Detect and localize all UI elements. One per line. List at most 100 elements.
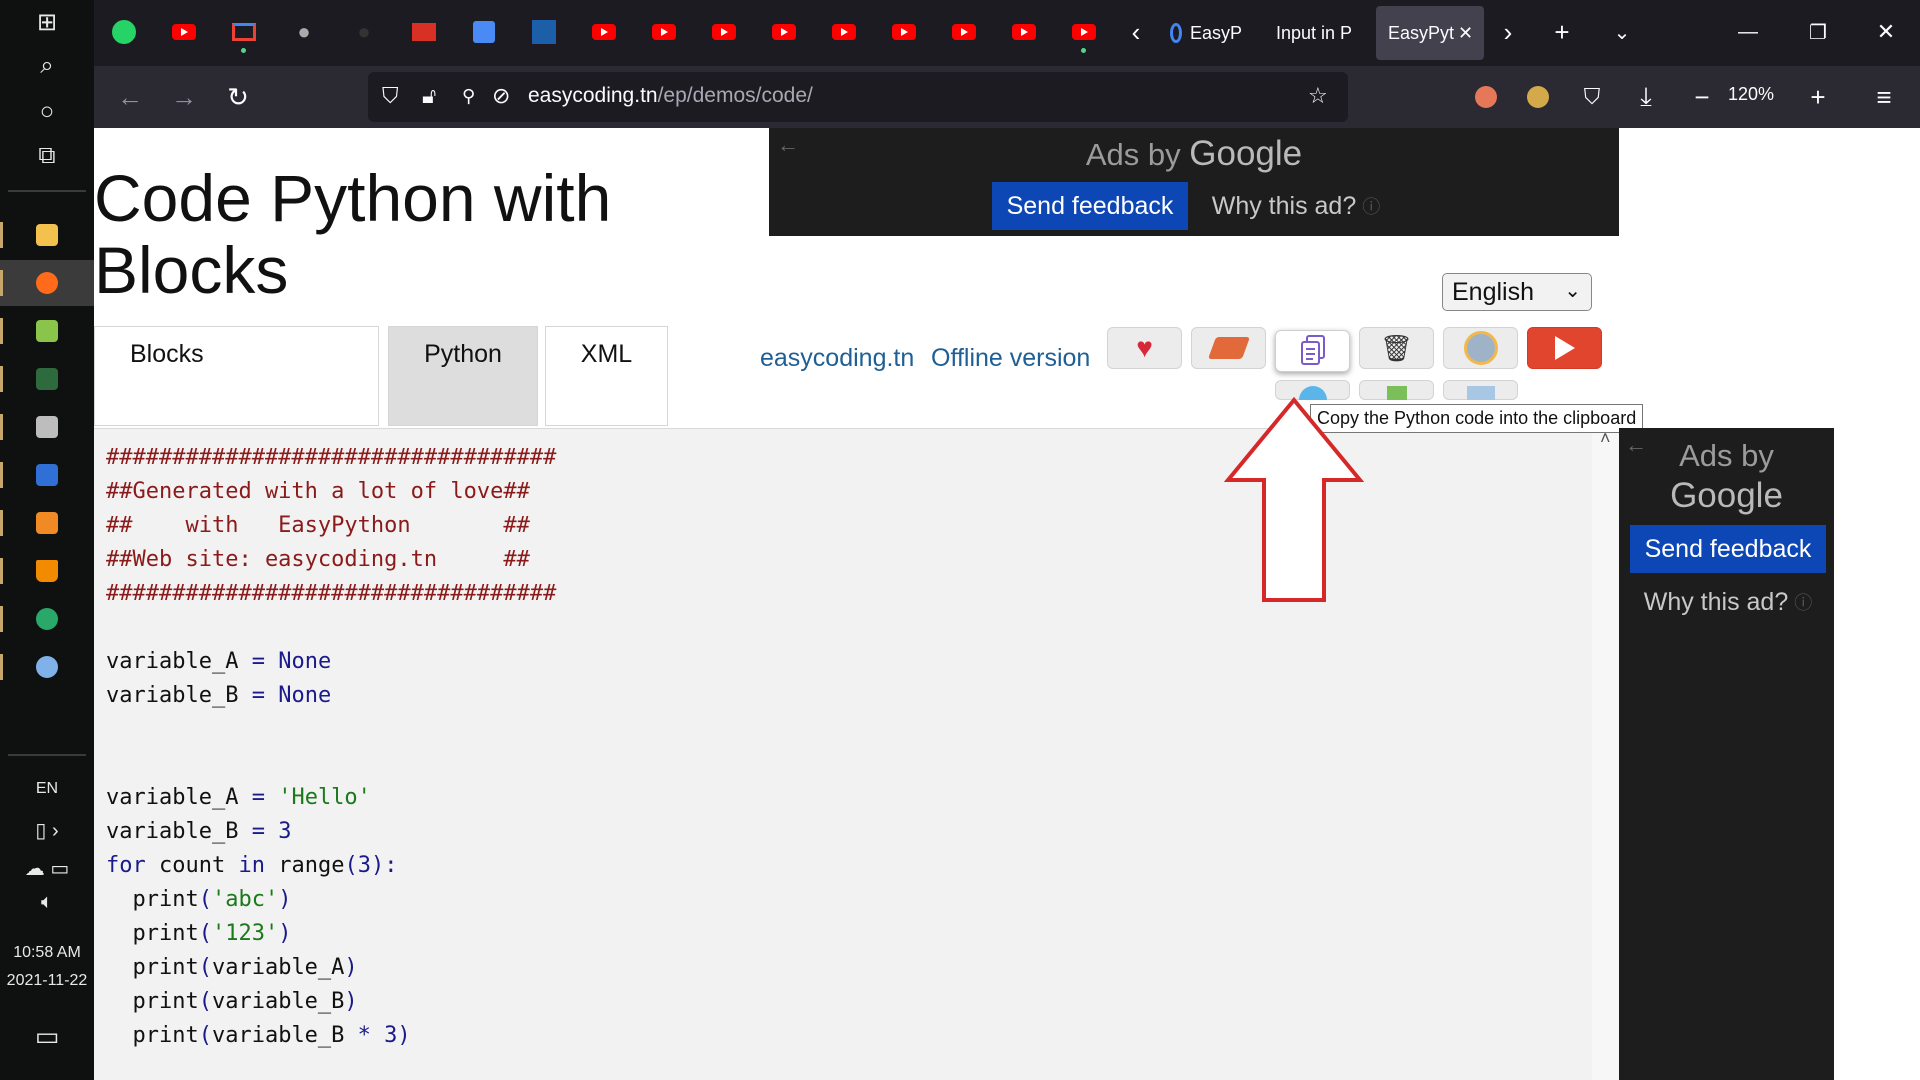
zoom-in-icon[interactable]: + — [1800, 79, 1836, 115]
youtube-playing-tab-icon[interactable] — [1068, 16, 1100, 53]
taskbar-app-paint[interactable] — [0, 644, 94, 690]
close-window-icon[interactable]: ✕ — [1868, 14, 1904, 50]
youtube-tab-icon[interactable] — [948, 16, 980, 48]
tracking-protection-shield-icon[interactable]: ⛉ — [382, 83, 399, 109]
github-tab-icon[interactable]: ● — [348, 16, 380, 48]
python-code[interactable]: ################################## ##Gene… — [106, 441, 556, 1053]
book-button[interactable] — [1191, 327, 1266, 369]
taskbar-app-g[interactable] — [0, 500, 94, 546]
new-tab-icon[interactable]: + — [1544, 14, 1580, 50]
taskbar-firefox[interactable] — [0, 260, 94, 306]
youtube-tab-icon[interactable] — [708, 16, 740, 48]
xml-file-icon — [1386, 386, 1407, 400]
app-menu-icon[interactable]: ≡ — [1866, 79, 1902, 115]
send-feedback-button[interactable]: Send feedback — [1630, 525, 1826, 573]
taskbar-app-vlc[interactable] — [0, 548, 94, 594]
web-page: Code Python with Blocks ← Ads by Google … — [94, 128, 1920, 1080]
copy-to-clipboard-button[interactable] — [1275, 330, 1350, 372]
minimize-window-icon[interactable]: — — [1730, 14, 1766, 50]
tab-easypython-active[interactable]: EasyPyt ✕ — [1376, 6, 1484, 60]
pocket-icon[interactable]: ⛉ — [1574, 79, 1610, 115]
bookmark-star-icon[interactable]: ☆ — [1308, 83, 1328, 109]
zoom-out-icon[interactable]: − — [1684, 79, 1720, 115]
why-this-ad-button[interactable]: Why this ad? ⓘ — [1630, 578, 1826, 626]
play-icon — [1554, 336, 1575, 360]
cortana-icon[interactable]: ○ — [0, 90, 94, 134]
windows-start-icon[interactable]: ⊞ — [0, 0, 94, 44]
buy-button[interactable] — [1443, 327, 1518, 369]
taskbar-app-media[interactable] — [0, 404, 94, 450]
code-line: print(variable_B) — [106, 989, 358, 1014]
insecure-lock-icon[interactable]: 🔓︎ — [422, 83, 436, 109]
scroll-tabs-right-icon[interactable]: › — [1490, 14, 1526, 50]
code-line: ################################## — [106, 581, 557, 606]
list-all-tabs-icon[interactable]: ⌄ — [1604, 14, 1640, 50]
extension-glasses-icon[interactable] — [1468, 79, 1504, 115]
youtube-tab-icon[interactable] — [828, 16, 860, 48]
youtube-video-button[interactable] — [1527, 327, 1602, 369]
notification-center-icon[interactable]: ▭ — [0, 1014, 94, 1058]
youtube-tab-icon[interactable] — [648, 16, 680, 48]
tab-label: Blocks — [130, 340, 204, 368]
youtube-tab-icon[interactable] — [168, 16, 200, 48]
taskbar-file-explorer[interactable] — [0, 212, 94, 258]
youtube-tab-icon[interactable] — [888, 16, 920, 48]
terminal-icon — [36, 368, 58, 390]
reload-button-icon[interactable]: ↻ — [220, 79, 256, 115]
folder-open-icon — [1466, 386, 1495, 400]
clock-time[interactable]: 10:58 AM — [0, 944, 94, 962]
close-tab-icon[interactable]: ✕ — [1458, 23, 1473, 44]
restore-window-icon[interactable]: ❐ — [1800, 14, 1836, 50]
url-bar[interactable]: ⛉ 🔓︎ ⚲ ⊘ easycoding.tn/ep/demos/code/ ☆ — [368, 72, 1348, 122]
tab-xml[interactable]: XML — [545, 326, 668, 426]
search-icon[interactable]: ⌕ — [0, 44, 94, 88]
heart-button[interactable]: ♥ — [1107, 327, 1182, 369]
zoom-level[interactable]: 120% — [1728, 84, 1774, 105]
delete-button[interactable]: 🗑︎ — [1359, 327, 1434, 369]
downloads-icon[interactable]: ⤓ — [1628, 79, 1664, 115]
taskbar-app-docs[interactable] — [0, 452, 94, 498]
taskbar-app-terminal[interactable] — [0, 356, 94, 402]
ads-by-google-label: Ads by Google — [1670, 438, 1783, 515]
task-view-icon[interactable]: ⧉ — [0, 134, 94, 178]
clapper-icon — [36, 416, 58, 438]
blocked-autoplay-icon[interactable]: ⊘ — [492, 83, 510, 109]
open-file-button[interactable] — [1443, 380, 1518, 400]
language-select[interactable]: English ⌄ — [1442, 273, 1592, 311]
send-feedback-button[interactable]: Send feedback — [992, 182, 1188, 230]
tab-blocks[interactable]: Blocks — [94, 326, 379, 426]
youtube-tab-icon[interactable] — [588, 16, 620, 48]
tab-python[interactable]: Python — [388, 326, 538, 426]
volume-icon[interactable]: 🔈︎ — [0, 880, 94, 924]
python-code-panel[interactable]: ################################## ##Gene… — [94, 428, 1592, 1080]
clock-date[interactable]: 2021-11-22 — [0, 972, 94, 990]
nikkei-tab-icon[interactable] — [528, 16, 560, 48]
google-icon — [1170, 23, 1182, 43]
export-xml-button[interactable] — [1359, 380, 1434, 400]
why-this-ad-button[interactable]: Why this ad? ⓘ — [1196, 182, 1396, 230]
offline-version-link[interactable]: Offline version — [931, 344, 1090, 373]
extension-dots-icon[interactable] — [1520, 79, 1556, 115]
forward-button-icon[interactable]: → — [166, 79, 202, 115]
whatsapp-tab-icon[interactable] — [108, 16, 140, 48]
news-tab-icon[interactable] — [408, 16, 440, 48]
chevron-down-icon: ⌄ — [1564, 280, 1581, 302]
permissions-icon[interactable]: ⚲ — [462, 86, 475, 107]
taskbar-app-globe[interactable] — [0, 596, 94, 642]
gmail-tab-icon[interactable] — [228, 16, 260, 53]
scroll-tabs-left-icon[interactable]: ‹ — [1118, 14, 1154, 50]
url-text[interactable]: easycoding.tn/ep/demos/code/ — [528, 84, 813, 108]
taskbar-app-notepad[interactable] — [0, 308, 94, 354]
youtube-tab-icon[interactable] — [1008, 16, 1040, 48]
youtube-tab-icon[interactable] — [768, 16, 800, 48]
tab-input-in-python[interactable]: Input in P — [1264, 6, 1372, 60]
easycoding-link[interactable]: easycoding.tn — [760, 344, 914, 373]
code-line: ################################## — [106, 445, 557, 470]
apple-tab-icon[interactable]: ● — [288, 16, 320, 48]
input-language[interactable]: EN — [0, 780, 94, 798]
translate-tab-icon[interactable] — [468, 16, 500, 48]
back-button-icon[interactable]: ← — [112, 79, 148, 115]
tab-easypython-1[interactable]: EasyP — [1158, 6, 1254, 60]
code-scrollbar[interactable]: ˄ — [1592, 428, 1622, 1080]
